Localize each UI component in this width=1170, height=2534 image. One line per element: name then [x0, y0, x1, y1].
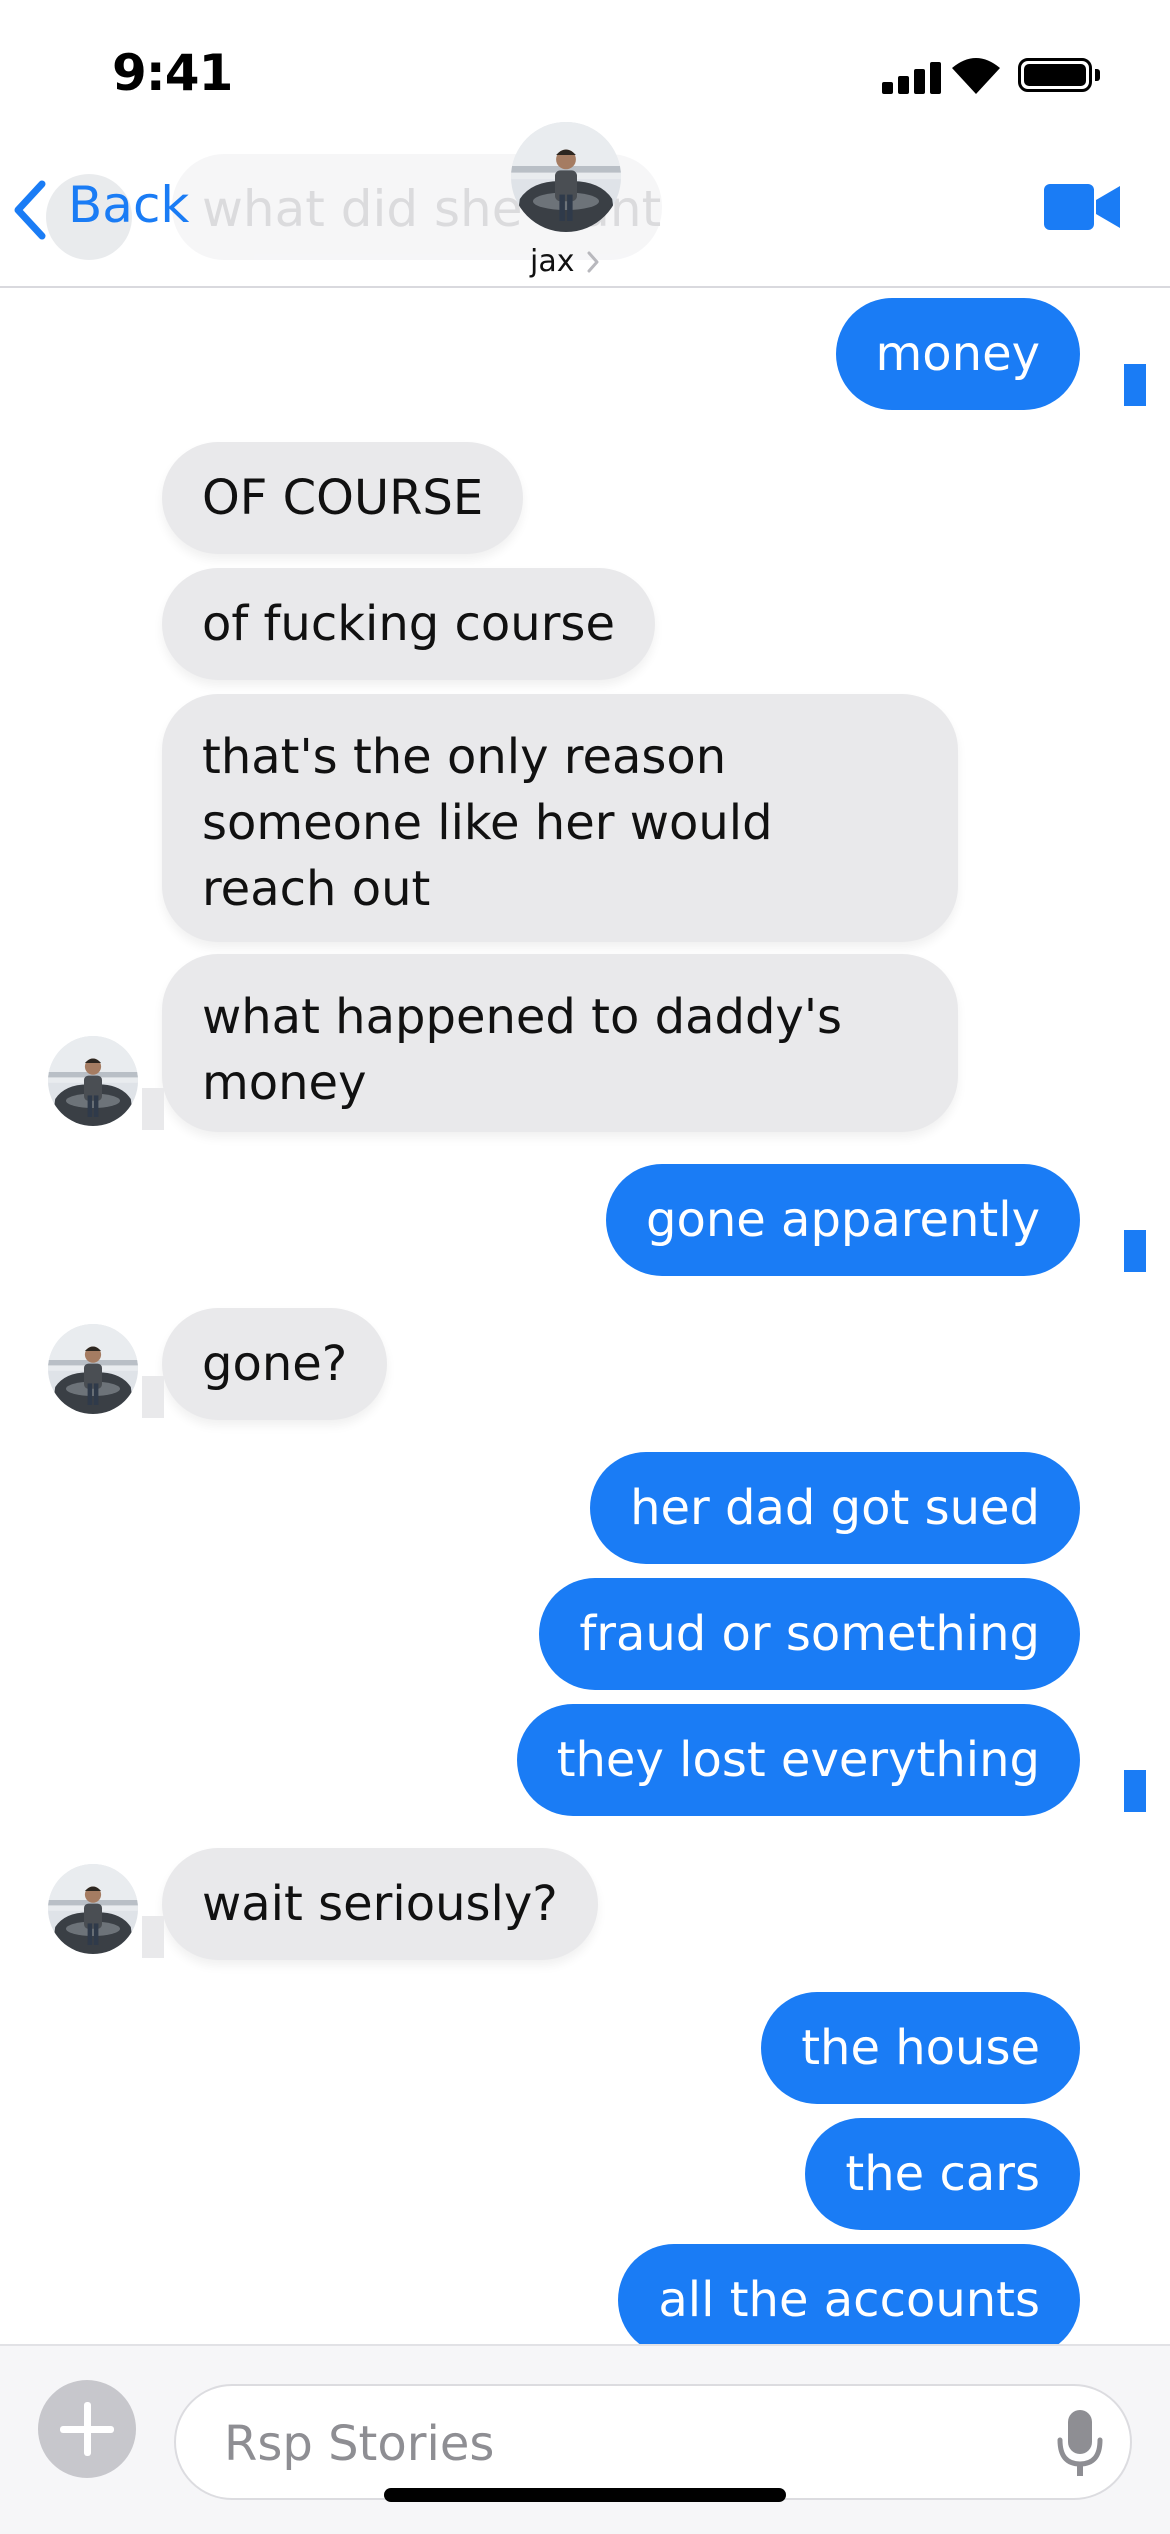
message-input[interactable]: Rsp Stories [174, 2384, 1132, 2500]
plus-icon[interactable] [38, 2380, 136, 2478]
video-camera-icon[interactable] [1044, 182, 1120, 232]
message-placeholder: Rsp Stories [224, 2416, 495, 2472]
outgoing-message[interactable]: gone apparently [605, 1164, 1080, 1276]
outgoing-message[interactable]: the cars [805, 2118, 1080, 2230]
outgoing-message[interactable]: the house [761, 1992, 1080, 2104]
back-button[interactable]: Back [68, 176, 189, 234]
incoming-message[interactable]: OF COURSE [162, 442, 524, 554]
outgoing-message[interactable]: her dad got sued [590, 1452, 1080, 1564]
incoming-message[interactable]: gone? [162, 1308, 388, 1420]
incoming-message[interactable]: that's the only reason someone like her … [162, 694, 958, 942]
battery-icon [1018, 58, 1102, 94]
bubble-tail [142, 1088, 164, 1130]
contact-name[interactable]: jax [530, 244, 574, 279]
bubble-tail [1124, 364, 1146, 406]
chevron-left-icon[interactable] [12, 178, 48, 242]
bubble-tail [142, 1376, 164, 1418]
bubble-tail [1124, 1230, 1146, 1272]
outgoing-message[interactable]: money [835, 298, 1080, 410]
sender-avatar[interactable] [48, 1864, 138, 1954]
sender-avatar[interactable] [48, 1324, 138, 1414]
chevron-right-icon[interactable] [586, 250, 600, 274]
sender-avatar[interactable] [48, 1036, 138, 1126]
bubble-tail [142, 1916, 164, 1958]
incoming-message[interactable]: of fucking course [162, 568, 655, 680]
incoming-message[interactable]: what happened to daddy's money [162, 954, 958, 1132]
outgoing-message[interactable]: they lost everything [516, 1704, 1080, 1816]
conversation-header: what did she want Back jax [0, 120, 1170, 288]
outgoing-message[interactable]: fraud or something [539, 1578, 1080, 1690]
outgoing-message[interactable]: all the accounts [618, 2244, 1080, 2356]
signal-icon [882, 60, 942, 94]
incoming-message[interactable]: wait seriously? [162, 1848, 598, 1960]
status-time: 9:41 [112, 44, 233, 102]
microphone-icon[interactable] [1054, 2408, 1106, 2480]
contact-avatar[interactable] [511, 122, 621, 232]
home-indicator [384, 2488, 786, 2502]
wifi-icon [952, 58, 1000, 94]
compose-bar: Rsp Stories [0, 2344, 1170, 2534]
bubble-tail [1124, 1770, 1146, 1812]
